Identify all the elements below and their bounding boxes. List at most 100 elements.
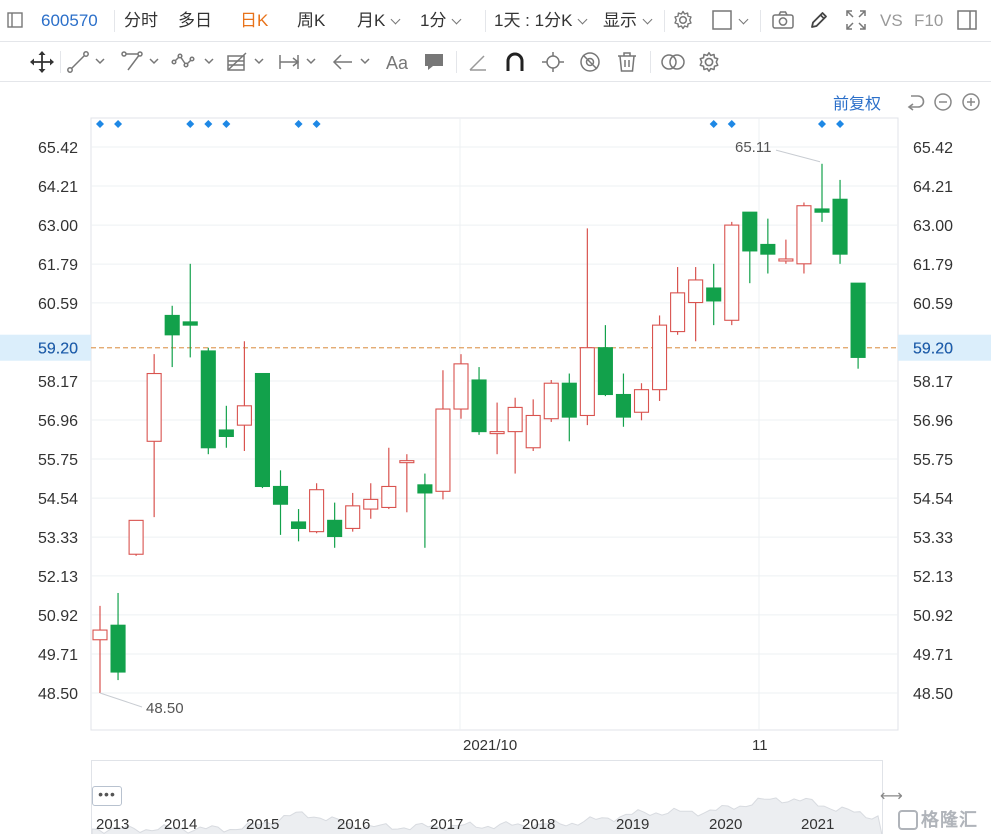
watermark-logo-icon [898,810,918,830]
candle-body [615,393,632,418]
chart-annotations: 65.11 48.50 59.20 59.20 [38,139,953,717]
y-tick-right: 50.92 [913,608,953,625]
tab-intraday[interactable]: 分时 [124,0,158,42]
candle-body [688,279,704,304]
navigator-resize-arrow-icon[interactable]: ⟷ [880,786,903,806]
arrow-left-tool-icon[interactable] [331,50,375,74]
square-icon [712,10,732,30]
y-tick-right: 56.96 [913,413,953,430]
magnet-icon[interactable] [503,50,527,74]
current-price-label-left: 59.20 [38,341,78,358]
tab-minute[interactable]: 1分 [420,0,462,42]
candle-body [146,372,162,442]
text-tool-icon[interactable]: Aa [384,50,412,74]
candle-body [254,372,270,488]
channel-tool-icon[interactable] [120,50,164,74]
candlestick-chart[interactable]: 65.42 65.42 64.21 64.21 63.00 63.00 61.79 61.79… [0,82,991,760]
navigator-left-handle[interactable]: ••• [92,786,122,806]
chart-style-select[interactable] [711,0,749,42]
candle-body [218,429,234,438]
event-marker-icon [294,120,303,128]
navigator-year: 2019 [616,816,650,833]
display-menu[interactable]: 显示 [603,0,653,42]
candle-body [543,382,559,420]
y-tick-right: 58.17 [913,374,953,391]
sidebar-toggle-icon[interactable] [6,0,24,42]
fullscreen-icon[interactable] [844,0,868,42]
candle-body [633,389,650,413]
period-range-select[interactable]: 1天 : 1分K [494,0,588,42]
low-leader-line [99,692,143,708]
event-marker-icon [96,120,104,128]
chevron-down-icon [577,14,588,25]
chevron-down-icon [390,14,401,25]
pencil-icon[interactable] [808,0,830,42]
x-axis: 2021/10 11 [463,737,768,754]
candle-body [110,624,126,673]
event-marker-icon [727,120,736,128]
navigator-area-chart [91,797,883,834]
minute-label: 1分 [420,11,447,30]
drawing-toolbar: Aa [0,42,991,82]
hide-drawings-icon[interactable] [578,50,602,74]
compare-overlay-icon[interactable] [659,50,687,74]
wave-tool-icon[interactable] [171,50,217,74]
candle-body [309,489,325,533]
lock-drawings-icon[interactable] [540,50,566,74]
note-tool-icon[interactable] [422,50,446,74]
y-tick-right: 48.50 [913,686,953,703]
y-tick-left: 63.00 [38,218,78,235]
svg-text:Aa: Aa [386,53,409,73]
settings-gear-icon[interactable] [672,0,694,42]
y-tick-right: 63.00 [913,218,953,235]
compare-vs-button[interactable]: VS [880,0,903,42]
y-tick-left: 61.79 [38,257,78,274]
navigator-year: 2013 [96,816,130,833]
low-price-label: 48.50 [146,700,184,717]
candle-body [670,292,686,333]
measure-tool-icon[interactable] [277,50,321,74]
y-tick-left: 58.17 [38,374,78,391]
candle-body [814,208,830,213]
candle-body [327,519,343,538]
candle-body [579,347,595,417]
trash-icon[interactable] [615,50,639,74]
navigator-year: 2015 [246,816,280,833]
candle-body [381,485,397,509]
tab-daily-k[interactable]: 日K [240,0,268,42]
candle-body [290,521,307,529]
f10-button[interactable]: F10 [914,0,943,42]
high-price-label: 65.11 [735,139,771,156]
y-tick-right: 64.21 [913,179,953,196]
candle-body [363,498,379,510]
stock-code[interactable]: 600570 [41,0,98,42]
candle-body [561,382,577,418]
event-marker-icon [186,120,195,128]
eraser-line-icon[interactable] [466,50,490,74]
candle-body [850,282,866,358]
y-tick-left: 55.75 [38,452,78,469]
candle-body [399,460,415,464]
candle-body [272,485,289,505]
line-tool-icon[interactable] [66,50,110,74]
y-tick-right: 55.75 [913,452,953,469]
candle-body [471,379,487,433]
high-leader-line [775,149,821,163]
candle-body [128,519,144,555]
y-tick-right: 52.13 [913,569,953,586]
tab-weekly-k[interactable]: 周K [297,0,325,42]
tab-multi-day[interactable]: 多日 [178,0,212,42]
panel-toggle-icon[interactable] [956,0,978,42]
event-marker-icon [836,120,845,128]
move-cross-icon[interactable] [29,50,55,74]
tab-monthly-k[interactable]: 月K [357,0,401,42]
drawing-settings-gear-icon[interactable] [697,50,721,74]
candle-body [597,347,613,396]
y-tick-left: 64.21 [38,179,78,196]
y-tick-left: 54.54 [38,491,78,508]
event-markers[interactable] [96,120,845,128]
range-navigator[interactable] [91,760,883,834]
camera-icon[interactable] [771,0,795,42]
fibonacci-tool-icon[interactable] [225,50,269,74]
candle-body [742,211,758,252]
